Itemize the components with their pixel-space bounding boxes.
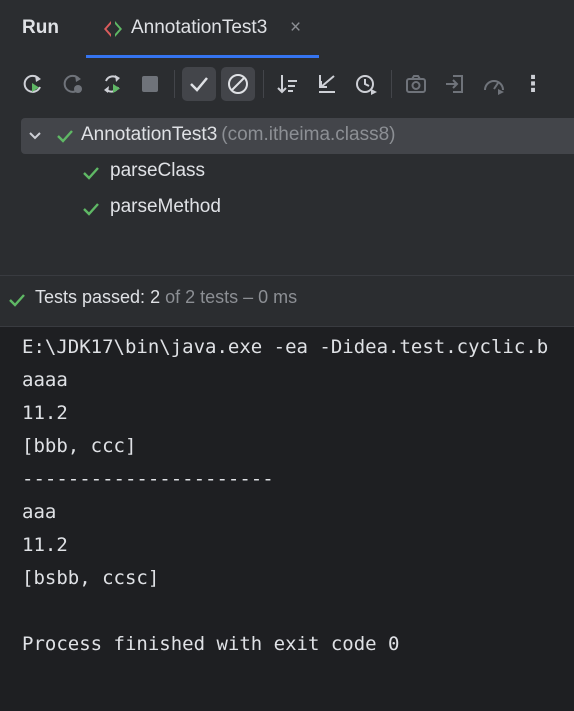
console-line: E:\JDK17\bin\java.exe -ea -Didea.test.cy… bbox=[22, 336, 549, 358]
screenshot-icon bbox=[406, 75, 426, 93]
run-title: Run bbox=[22, 17, 59, 38]
rerun-button[interactable] bbox=[16, 67, 50, 101]
more-button[interactable]: ⋮ bbox=[516, 67, 550, 101]
test-package-name: (com.itheima.class8) bbox=[221, 124, 396, 145]
passed-check-icon bbox=[8, 291, 26, 314]
console-line: Process finished with exit code 0 bbox=[22, 633, 400, 655]
console-line: [bsbb, ccsc] bbox=[22, 567, 160, 589]
screenshot-button[interactable] bbox=[399, 67, 433, 101]
collapse-icon bbox=[319, 75, 335, 93]
console-line: 11.2 bbox=[22, 402, 68, 424]
stop-icon bbox=[142, 76, 158, 92]
show-passed-button[interactable] bbox=[182, 67, 216, 101]
toggle-auto-test-icon bbox=[104, 75, 120, 93]
tests-passed-status: Tests passed: 2 of 2 tests – 0 ms bbox=[35, 287, 297, 308]
chevron-down-icon[interactable] bbox=[27, 128, 43, 149]
show-ignored-icon bbox=[228, 74, 248, 94]
run-toolbar: ⋮ bbox=[0, 58, 574, 110]
history-icon bbox=[356, 75, 377, 95]
dashboard-icon bbox=[484, 80, 504, 95]
test-tree: AnnotationTest3 (com.itheima.class8) pars… bbox=[0, 110, 574, 275]
tree-root-label: AnnotationTest3 (com.itheima.class8) bbox=[81, 124, 395, 146]
tab-label: AnnotationTest3 bbox=[131, 17, 268, 38]
dashboard-button[interactable] bbox=[477, 67, 511, 101]
toolbar-separator bbox=[174, 70, 175, 98]
console-line: aaaa bbox=[22, 369, 68, 391]
rerun-failed-button[interactable] bbox=[56, 67, 90, 101]
test-class-name: AnnotationTest3 bbox=[81, 124, 218, 145]
toggle-auto-test-button[interactable] bbox=[95, 67, 129, 101]
test-method-name: parseClass bbox=[110, 160, 206, 181]
export-icon bbox=[446, 75, 463, 93]
console-output[interactable]: E:\JDK17\bin\java.exe -ea -Didea.test.cy… bbox=[0, 327, 574, 711]
console-line: aaa bbox=[22, 501, 57, 523]
run-config-icon bbox=[102, 19, 124, 44]
test-method-name: parseMethod bbox=[110, 196, 221, 217]
show-ignored-button[interactable] bbox=[221, 67, 255, 101]
toolbar-separator bbox=[263, 70, 264, 98]
collapse-button[interactable] bbox=[310, 67, 344, 101]
sort-icon bbox=[277, 75, 297, 94]
more-icon: ⋮ bbox=[522, 71, 544, 96]
rerun-icon bbox=[23, 74, 41, 93]
console-line: [bbb, ccc] bbox=[22, 435, 137, 457]
test-status-bar: Tests passed: 2 of 2 tests – 0 ms bbox=[0, 276, 574, 326]
toolbar-separator bbox=[391, 70, 392, 98]
rerun-failed-icon bbox=[63, 74, 82, 93]
status-prefix: Tests passed: bbox=[35, 287, 151, 307]
passed-check-icon bbox=[82, 164, 100, 187]
status-suffix: of 2 tests – 0 ms bbox=[160, 287, 298, 307]
stop-button[interactable] bbox=[133, 67, 167, 101]
export-button[interactable] bbox=[438, 67, 472, 101]
sort-button[interactable] bbox=[271, 67, 305, 101]
passed-check-icon bbox=[82, 200, 100, 223]
tree-row-root[interactable]: AnnotationTest3 (com.itheima.class8) bbox=[21, 118, 574, 154]
console-line: ---------------------- bbox=[22, 468, 274, 490]
history-button[interactable] bbox=[349, 67, 383, 101]
tree-item-parsemethod[interactable]: parseMethod bbox=[82, 194, 282, 224]
tab-annotationtest3[interactable]: AnnotationTest3 × bbox=[86, 0, 319, 58]
console-line: 11.2 bbox=[22, 534, 68, 556]
passed-count: 2 bbox=[150, 287, 161, 307]
close-icon[interactable]: × bbox=[290, 17, 301, 39]
tree-item-parseclass[interactable]: parseClass bbox=[82, 158, 282, 188]
show-passed-icon bbox=[190, 77, 208, 92]
passed-check-icon bbox=[56, 127, 74, 150]
run-tool-window-header: Run AnnotationTest3 × bbox=[0, 0, 574, 58]
